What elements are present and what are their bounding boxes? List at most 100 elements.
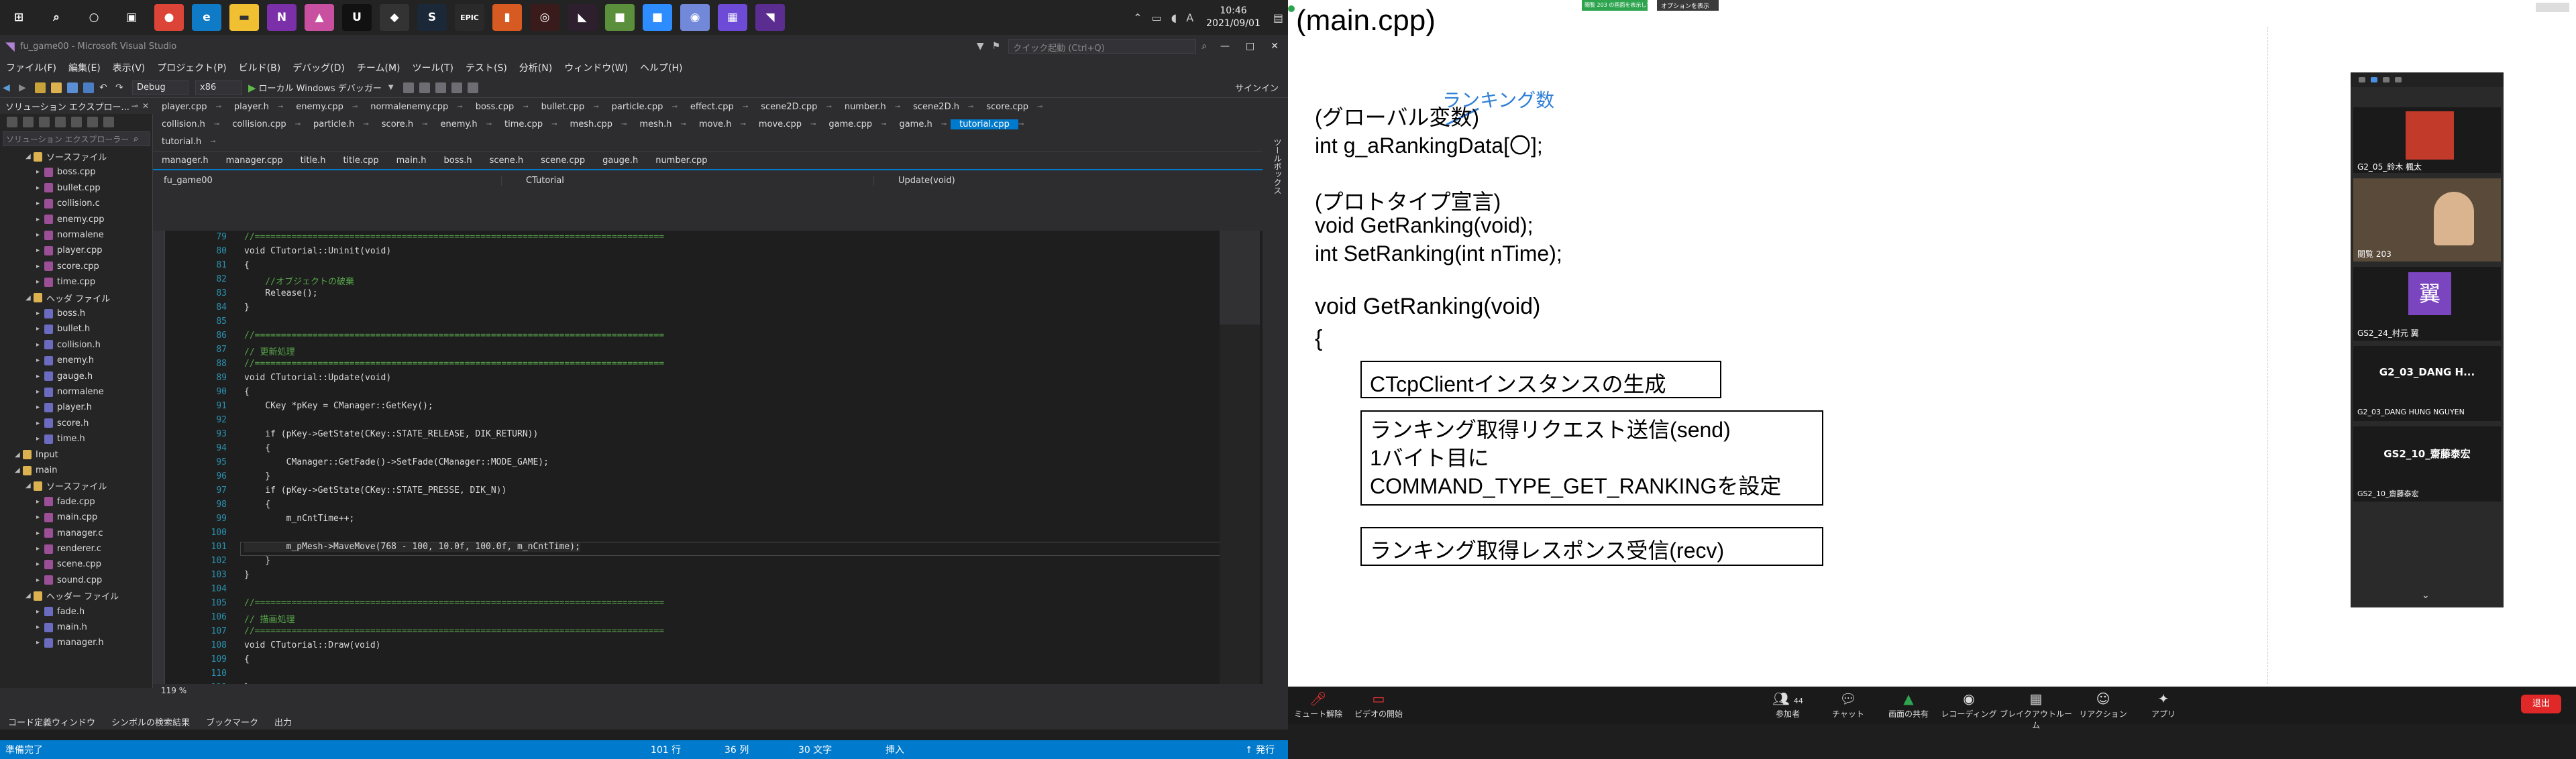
solution-tree-item[interactable]: ▸ score.h [0,416,153,431]
sol-sync-icon[interactable] [55,117,66,127]
minimap-viewport[interactable] [1220,231,1260,325]
expand-icon[interactable]: ▸ [36,608,44,616]
document-tab[interactable]: scene.h [481,156,533,166]
filter-icon[interactable]: ⚑ [992,41,1001,52]
new-project-icon[interactable] [35,82,46,93]
solution-tree-item[interactable]: ▸ manager.c [0,526,153,541]
solution-tree-item[interactable]: ◢ ヘッダー ファイル [0,588,153,603]
document-tab[interactable]: particle.cpp [603,102,672,112]
minimap[interactable] [1220,231,1260,684]
options-button[interactable]: オプションを表示 [1657,0,1719,11]
strip-view-icon-3[interactable] [2383,77,2390,82]
solution-tree-item[interactable]: ▸ sound.cpp [0,573,153,588]
document-tab[interactable]: effect.cpp [682,102,743,112]
menu-item[interactable]: ファイル(F) [0,61,62,74]
expand-icon[interactable]: ▸ [36,530,44,537]
solution-tree-item[interactable]: ▸ normalene [0,227,153,243]
menu-item[interactable]: 編集(E) [62,61,107,74]
nav-member[interactable]: Update(void) [874,176,955,186]
tab-pin-icon[interactable]: ⊸ [295,121,305,128]
tab-pin-icon[interactable]: ⊸ [1037,103,1046,111]
network-icon[interactable]: ▭ [1152,11,1162,24]
forward-icon[interactable]: ▶ [19,82,30,93]
participants-button[interactable]: 👥︎ 44 参加者 [1758,689,1818,719]
document-tab[interactable]: time.cpp [496,119,551,129]
solution-tree-item[interactable]: ◢ ソースファイル [0,149,153,164]
solution-tree-item[interactable]: ▸ collision.h [0,337,153,353]
undo-icon[interactable]: ↶ [99,82,110,93]
run-dropdown-icon[interactable]: ▼ [388,84,394,91]
edge-icon[interactable]: e [192,4,221,31]
menu-item[interactable]: チーム(M) [351,61,407,74]
sol-properties-icon[interactable] [103,117,114,127]
solution-tree-item[interactable]: ▸ main.h [0,620,153,635]
unity-icon[interactable]: ◆ [380,4,409,31]
sol-refresh-icon[interactable] [71,117,82,127]
tab-pin-icon[interactable]: ⊸ [826,103,835,111]
solution-tree-item[interactable]: ◢ main [0,463,153,478]
participant-tile-3[interactable]: 翼 GS2_24_村元 翼 [2353,267,2501,341]
view-toggle[interactable] [2536,3,2569,12]
expand-icon[interactable]: ▸ [36,545,44,552]
expand-icon[interactable]: ▸ [36,639,44,646]
tab-pin-icon[interactable]: ⊸ [1018,121,1028,128]
tab-pin-icon[interactable]: ⊸ [741,121,750,128]
document-tab[interactable]: game.cpp [820,119,881,129]
tab-pin-icon[interactable]: ⊸ [551,121,561,128]
ime-indicator[interactable]: A [1186,11,1193,24]
signin-link[interactable]: サインイン [1235,81,1279,94]
document-tab[interactable]: score.h [373,119,422,129]
visual-studio-icon[interactable]: ◥ [755,4,785,31]
document-tab-active[interactable]: tutorial.cpp [951,119,1018,129]
solution-tree-item[interactable]: ▸ renderer.c [0,541,153,557]
tab-pin-icon[interactable]: ⊸ [210,138,219,145]
document-tab[interactable]: manager.h [153,156,217,166]
menu-item[interactable]: 表示(V) [107,61,152,74]
config-select[interactable]: Debug [132,80,189,95]
explorer-icon[interactable]: ▬ [229,4,259,31]
document-tab[interactable]: enemy.h [431,119,486,129]
tab-pin-icon[interactable]: ⊸ [941,121,951,128]
tab-pin-icon[interactable]: ⊸ [486,121,496,128]
document-tab[interactable]: mesh.h [631,119,680,129]
leave-button[interactable]: 退出 [2521,695,2561,713]
tab-pin-icon[interactable]: ⊸ [363,121,372,128]
sol-home-icon[interactable] [39,117,50,127]
document-tab[interactable]: title.cpp [334,156,387,166]
document-tab[interactable]: scene2D.cpp [752,102,826,112]
tab-pin-icon[interactable]: ⊸ [214,121,223,128]
document-tab[interactable]: move.h [690,119,741,129]
expand-icon[interactable]: ▸ [36,357,44,364]
zoom-icon[interactable]: ■ [643,4,672,31]
volume-icon[interactable]: ◖ [1171,11,1177,24]
breakout-button[interactable]: ▦ ブレイクアウトルーム [1999,689,2073,731]
tab-pin-icon[interactable]: ⊸ [621,121,631,128]
document-tab[interactable]: tutorial.h [153,137,210,147]
photos-icon[interactable]: ▲ [305,4,334,31]
office-icon[interactable]: ▮ [492,4,522,31]
menu-item[interactable]: テスト(S) [460,61,513,74]
pin-icon[interactable]: ⊸ [131,101,138,111]
save-icon[interactable] [67,82,78,93]
tab-pin-icon[interactable]: ⊸ [457,103,466,111]
onenote-icon[interactable]: N [267,4,297,31]
expand-icon[interactable]: ◢ [15,451,23,459]
strip-view-icon-4[interactable] [2395,77,2402,82]
nav-project[interactable]: fu_game00 [153,175,502,186]
solution-tree-item[interactable]: ▸ manager.h [0,635,153,650]
document-tab[interactable]: collision.h [153,119,214,129]
document-tab[interactable]: boss.cpp [467,102,523,112]
expand-icon[interactable]: ▸ [36,310,44,317]
sol-collapse-icon[interactable] [87,117,98,127]
document-tab[interactable]: boss.h [435,156,481,166]
expand-icon[interactable]: ▸ [36,168,44,176]
expand-icon[interactable]: ▸ [36,624,44,631]
solution-search-icon[interactable]: ⌕ [133,134,138,144]
document-tab[interactable]: scene.cpp [532,156,594,166]
record-button[interactable]: ◉ レコーディング [1939,689,1999,719]
tab-pin-icon[interactable]: ⊸ [352,103,362,111]
solution-tree-item[interactable]: ▸ gauge.h [0,369,153,384]
expand-icon[interactable]: ▸ [36,435,44,443]
tab-pin-icon[interactable]: ⊸ [215,103,225,111]
tab-pin-icon[interactable]: ⊸ [895,103,904,111]
